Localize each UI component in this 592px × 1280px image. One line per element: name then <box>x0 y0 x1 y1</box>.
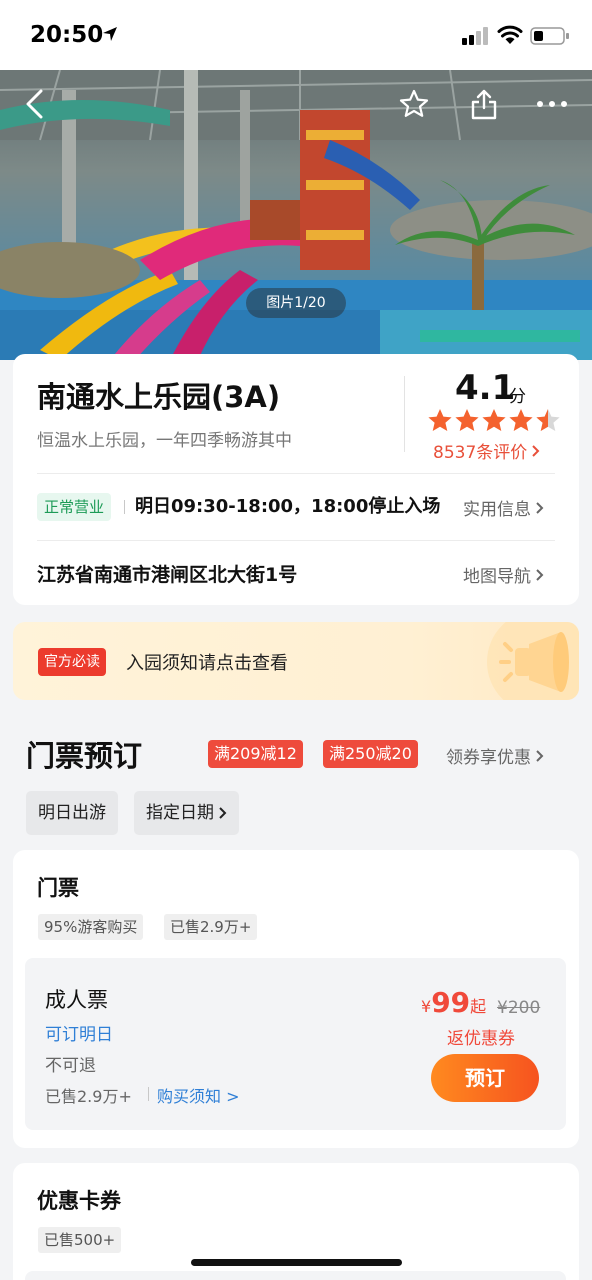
location-arrow-icon <box>103 27 117 41</box>
divider <box>37 473 555 474</box>
map-nav-label: 地图导航 <box>463 567 531 587</box>
ticket-name: 成人票 <box>45 988 108 1012</box>
review-count: 8537条评价 <box>433 443 528 463</box>
back-arrow-icon <box>26 89 43 119</box>
rating-stars <box>427 408 561 432</box>
ticket-sold-count: 已售2.9万+ <box>45 1087 132 1106</box>
booking-section-title: 门票预订 <box>26 739 143 773</box>
ticket-item[interactable]: 成人票 可订明日 不可退 已售2.9万+ 购买须知 > ¥ 99 起 ¥200 … <box>25 958 566 1130</box>
share-icon <box>471 89 497 120</box>
half-star-icon <box>536 409 560 431</box>
status-time: 20:50 <box>30 22 104 48</box>
coupon-link[interactable]: 领券享优惠 <box>446 743 544 768</box>
tomorrow-date-label: 明日出游 <box>38 803 106 823</box>
more-button[interactable] <box>532 84 572 124</box>
ticket-card: 门票 95%游客购买 已售2.9万+ 成人票 可订明日 不可退 已售2.9万+ … <box>13 850 579 1148</box>
star-icon <box>509 409 533 431</box>
attraction-info-card: 南通水上乐园(3A) 恒温水上乐园，一年四季畅游其中 4.1 分 8537条评价… <box>13 354 579 605</box>
practical-info-label: 实用信息 <box>463 500 531 520</box>
wifi-icon <box>497 25 523 44</box>
rebate-label: 返优惠券 <box>447 1029 515 1049</box>
chevron-right-icon <box>536 501 544 514</box>
star-icon <box>455 409 479 431</box>
cellular-signal-icon <box>462 27 488 45</box>
opening-hours: 明日09:30-18:00，18:00停止入场 <box>135 496 441 517</box>
price-suffix: 起 <box>470 997 487 1016</box>
rating-score: 4.1 <box>455 368 516 408</box>
tomorrow-date-button[interactable]: 明日出游 <box>26 791 118 835</box>
divider <box>404 376 405 452</box>
divider <box>124 500 125 514</box>
pick-date-label: 指定日期 <box>146 803 214 823</box>
status-bar: 20:50 <box>0 0 592 70</box>
divider <box>148 1087 149 1101</box>
discount-card-title: 优惠卡券 <box>37 1189 121 1213</box>
practical-info-link[interactable]: 实用信息 <box>463 495 544 520</box>
pick-date-button[interactable]: 指定日期 <box>134 791 239 835</box>
coupon-link-label: 领券享优惠 <box>446 748 531 768</box>
divider <box>37 540 555 541</box>
coupon-badge[interactable]: 满250减20 <box>323 740 418 768</box>
star-outline-icon <box>399 89 429 117</box>
hero-photo[interactable]: 图片1/20 <box>0 70 592 360</box>
chevron-right-icon <box>536 568 544 581</box>
discount-card-item[interactable] <box>25 1271 566 1280</box>
ticket-price: ¥ 99 起 <box>421 986 486 1019</box>
chevron-right-icon <box>536 749 544 762</box>
purchase-rate-chip: 95%游客购买 <box>38 914 144 940</box>
price-currency: ¥ <box>421 997 432 1016</box>
notice-text: 入园须知请点击查看 <box>126 653 288 674</box>
share-button[interactable] <box>464 84 504 124</box>
photo-counter: 图片1/20 <box>246 288 346 318</box>
battery-icon <box>530 27 569 45</box>
book-button[interactable]: 预订 <box>431 1054 539 1102</box>
chevron-right-icon <box>219 807 227 819</box>
sold-count-chip: 已售500+ <box>38 1227 122 1253</box>
home-indicator[interactable] <box>191 1259 402 1266</box>
entry-notice-banner[interactable]: 官方必读 入园须知请点击查看 <box>13 622 579 700</box>
review-count-link[interactable]: 8537条评价 <box>433 438 540 463</box>
star-icon <box>428 409 452 431</box>
original-price: ¥200 <box>497 998 541 1018</box>
ticket-availability: 可订明日 <box>45 1025 113 1045</box>
ticket-section-title: 门票 <box>37 876 79 900</box>
address[interactable]: 江苏省南通市港闸区北大街1号 <box>37 560 297 587</box>
ticket-refund-policy: 不可退 <box>45 1056 96 1076</box>
coupon-badge[interactable]: 满209减12 <box>208 740 303 768</box>
sold-count-chip: 已售2.9万+ <box>164 914 258 940</box>
price-value: 99 <box>431 986 471 1019</box>
official-tag: 官方必读 <box>38 648 106 676</box>
attraction-name: 南通水上乐园(3A) <box>37 380 281 414</box>
star-icon <box>482 409 506 431</box>
more-dots-icon <box>537 101 567 107</box>
map-nav-link[interactable]: 地图导航 <box>463 562 544 587</box>
back-button[interactable] <box>14 84 54 124</box>
attraction-tagline: 恒温水上乐园，一年四季畅游其中 <box>37 431 292 451</box>
purchase-notice-link[interactable]: 购买须知 > <box>157 1083 240 1107</box>
favorite-button[interactable] <box>394 84 434 124</box>
rating-score-unit: 分 <box>509 387 526 407</box>
megaphone-icon <box>487 622 579 700</box>
open-status-badge: 正常营业 <box>37 493 112 521</box>
chevron-right-icon <box>532 444 540 457</box>
